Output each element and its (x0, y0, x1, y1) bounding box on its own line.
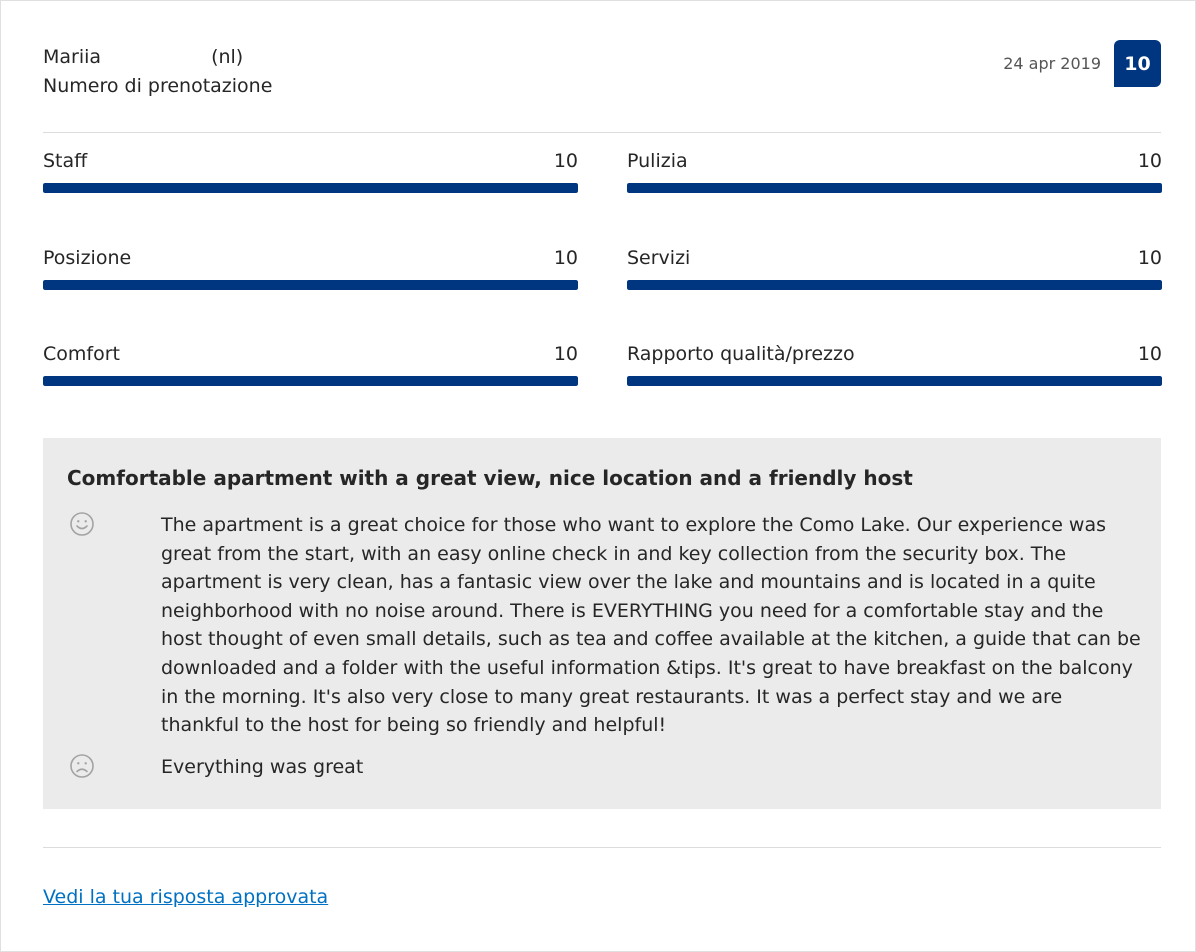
score-value: 10 (1137, 150, 1162, 172)
sad-face-icon (70, 754, 94, 778)
score-servizi: Servizi 10 (627, 244, 1162, 290)
view-approved-response-link[interactable]: Vedi la tua risposta approvata (43, 886, 328, 908)
score-bar (627, 183, 1162, 193)
guest-name: Mariia (43, 46, 102, 68)
score-staff: Staff 10 (43, 147, 578, 193)
review-content-panel: Comfortable apartment with a great view,… (43, 438, 1161, 809)
footer-divider (43, 847, 1161, 848)
score-bar (627, 376, 1162, 386)
score-label: Rapporto qualità/prezzo (627, 343, 855, 365)
score-bar-fill (627, 280, 1162, 290)
score-bar (43, 183, 578, 193)
score-value: 10 (553, 247, 578, 269)
score-bar-fill (43, 280, 578, 290)
score-bar-fill (43, 183, 578, 193)
booking-number-label: Numero di prenotazione (43, 75, 273, 97)
score-label: Posizione (43, 247, 132, 269)
header-divider (43, 132, 1161, 133)
score-value: 10 (553, 343, 578, 365)
score-posizione: Posizione 10 (43, 244, 578, 290)
score-label: Comfort (43, 343, 120, 365)
review-header: Mariia (nl) Numero di prenotazione 24 apr… (43, 40, 1161, 103)
score-pulizia: Pulizia 10 (627, 147, 1162, 193)
score-label: Staff (43, 150, 88, 172)
review-title: Comfortable apartment with a great view,… (67, 466, 913, 490)
score-bar-fill (627, 183, 1162, 193)
score-comfort: Comfort 10 (43, 340, 578, 386)
score-bar-fill (627, 376, 1162, 386)
review-negative-text: Everything was great (161, 756, 364, 778)
score-label: Pulizia (627, 150, 688, 172)
smiley-face-icon (70, 512, 94, 536)
score-value: 10 (1137, 247, 1162, 269)
score-label: Servizi (627, 247, 691, 269)
review-card: Mariia (nl) Numero di prenotazione 24 apr… (0, 0, 1196, 952)
review-positive-text: The apartment is a great choice for thos… (161, 514, 1141, 737)
score-bar (43, 376, 578, 386)
score-bar-fill (43, 376, 578, 386)
review-date: 24 apr 2019 (1003, 54, 1101, 73)
overall-score-badge: 10 (1114, 40, 1161, 87)
guest-language: (nl) (211, 46, 244, 68)
guest-info: Mariia (nl) Numero di prenotazione (43, 43, 272, 101)
score-bar (627, 280, 1162, 290)
date-and-score: 24 apr 2019 10 (1003, 40, 1161, 87)
score-value-for-money: Rapporto qualità/prezzo 10 (627, 340, 1162, 386)
score-bar (43, 280, 578, 290)
score-value: 10 (1137, 343, 1162, 365)
score-value: 10 (553, 150, 578, 172)
